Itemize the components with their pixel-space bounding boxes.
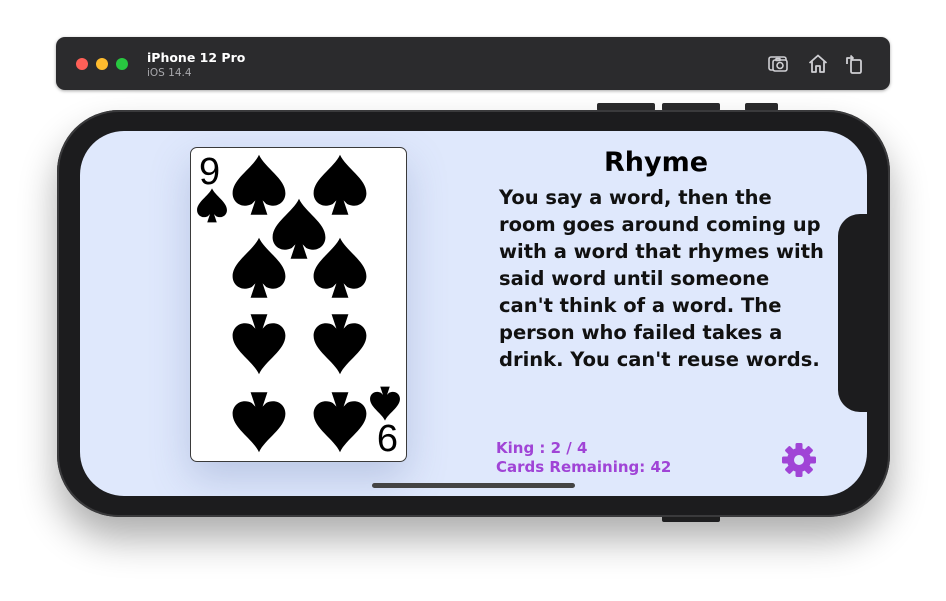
settings-button[interactable] [780, 441, 818, 479]
simulator-titlebar: iPhone 12 Pro iOS 14.4 [56, 37, 890, 90]
app-screen: 9 9 Rhyme You say a word, then the room … [80, 131, 867, 496]
device-os-version: iOS 14.4 [147, 67, 192, 79]
minimize-window-button[interactable] [96, 58, 108, 70]
home-indicator[interactable] [372, 483, 575, 488]
cards-remaining: Cards Remaining: 42 [496, 458, 672, 476]
device-name: iPhone 12 Pro [147, 50, 246, 65]
card-rank-top: 9 [199, 151, 221, 193]
gear-icon [782, 443, 816, 477]
screenshot-icon[interactable] [766, 52, 790, 76]
card-suit-pips [197, 154, 400, 453]
camera-notch [838, 214, 872, 412]
rule-description: You say a word, then the room goes aroun… [499, 186, 824, 371]
king-counter: King : 2 / 4 [496, 439, 588, 457]
home-icon[interactable] [806, 52, 830, 76]
zoom-window-button[interactable] [116, 58, 128, 70]
card-rank-bottom: 9 [376, 416, 398, 458]
close-window-button[interactable] [76, 58, 88, 70]
rule-title: Rhyme [603, 147, 709, 178]
rotate-icon[interactable] [842, 52, 866, 76]
playing-card[interactable]: 9 9 [190, 147, 407, 462]
